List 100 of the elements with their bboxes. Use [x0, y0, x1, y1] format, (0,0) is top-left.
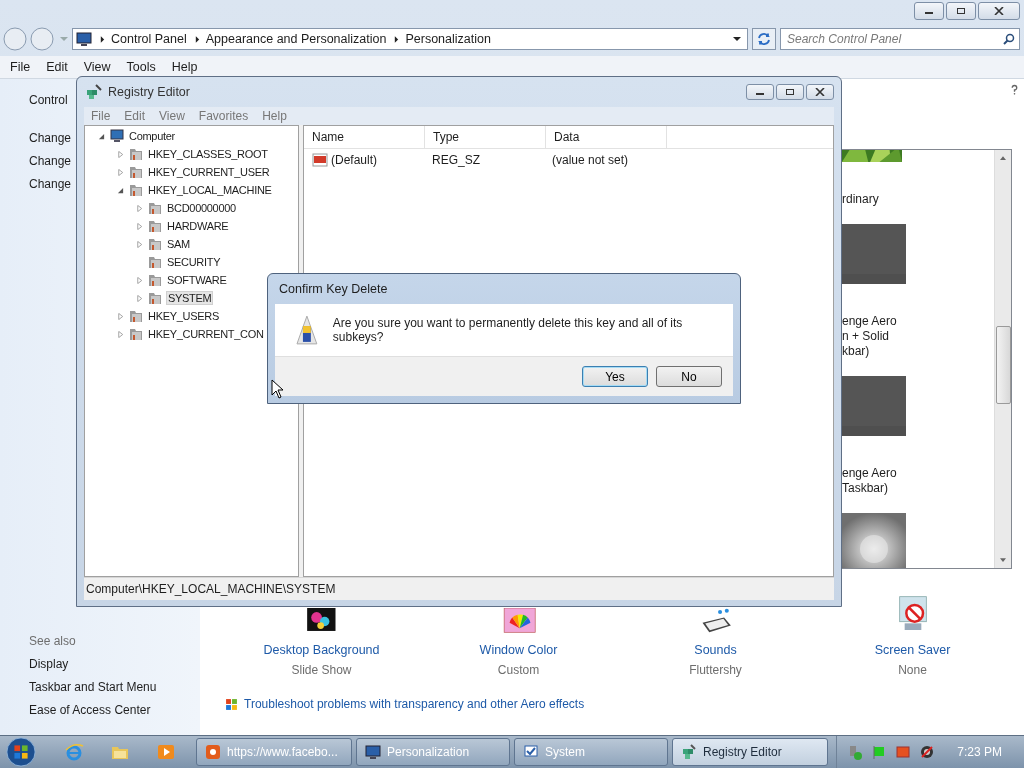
folder-icon	[128, 164, 144, 180]
column-header[interactable]: Name	[304, 126, 425, 148]
folder-icon	[147, 218, 163, 234]
expanded-arrow-icon[interactable]	[98, 132, 105, 140]
warning-icon	[295, 314, 319, 346]
folder-icon	[128, 182, 144, 198]
folder-icon	[147, 272, 163, 288]
status-bar: Computer\HKEY_LOCAL_MACHINE\SYSTEM	[84, 577, 834, 600]
search-field[interactable]: Search Control Panel	[780, 28, 1020, 50]
dialog-button[interactable]: Yes	[582, 366, 648, 387]
troubleshoot-link[interactable]: Troubleshoot problems with transparency and other Aero effects	[244, 697, 585, 711]
setting-link[interactable]: Desktop Background	[263, 643, 380, 657]
setting-value: Custom	[497, 663, 540, 677]
scroll-thumb[interactable]	[995, 326, 1011, 404]
tree-item[interactable]: SAM	[166, 237, 191, 251]
tree-item[interactable]: SOFTWARE	[166, 273, 228, 287]
menu-item[interactable]: View	[152, 109, 192, 123]
breadcrumb[interactable]: Personalization	[405, 32, 491, 46]
dialog-button[interactable]: No	[656, 366, 722, 387]
tree-item[interactable]: HKEY_USERS	[147, 309, 220, 323]
close-button[interactable]	[806, 84, 834, 100]
sidebar-link[interactable]: Control	[29, 93, 68, 107]
folder-icon	[147, 254, 163, 270]
maximize-button[interactable]	[946, 2, 976, 20]
menu-item[interactable]: Favorites	[191, 109, 256, 123]
menu-item[interactable]: Edit	[117, 109, 153, 123]
breadcrumb-arrow-icon[interactable]	[100, 35, 105, 43]
menu-item[interactable]: View	[75, 60, 119, 74]
menu-item[interactable]: Edit	[38, 60, 76, 74]
breadcrumb[interactable]: Appearance and Personalization	[205, 32, 387, 46]
setting-link[interactable]: Screen Saver	[874, 643, 951, 657]
folder-icon	[128, 308, 144, 324]
checkmark-icon	[523, 744, 539, 760]
sidebar-link[interactable]: Change	[29, 131, 72, 145]
breadcrumb[interactable]: Control Panel	[111, 32, 187, 46]
taskbar-button[interactable]: Registry Editor	[672, 738, 828, 766]
menu-item[interactable]: Tools	[118, 60, 164, 74]
window-title: Registry Editor	[108, 85, 190, 99]
breadcrumb-arrow-icon[interactable]	[394, 35, 400, 43]
expanded-arrow-icon[interactable]	[117, 186, 124, 194]
search-icon[interactable]	[1003, 33, 1015, 45]
tree-item[interactable]: HKEY_LOCAL_MACHINE	[147, 183, 273, 197]
address-bar[interactable]: Control Panel Appearance and Personalization Personalization	[72, 28, 748, 50]
tree-item[interactable]: SECURITY	[166, 255, 222, 269]
menu-item[interactable]: Help	[255, 109, 294, 123]
column-header[interactable]: Data	[546, 126, 667, 148]
tree-item[interactable]: HKEY_CURRENT_USER	[147, 165, 271, 179]
sidebar-link[interactable]: Change	[29, 177, 72, 191]
tree-item[interactable]: HARDWARE	[166, 219, 230, 233]
column-header[interactable]: Type	[425, 126, 546, 148]
computer-icon	[109, 128, 125, 144]
menu-item[interactable]: File	[84, 109, 118, 123]
browser-icon	[205, 744, 221, 760]
help-icon[interactable]	[1010, 84, 1019, 95]
minimize-button[interactable]	[746, 84, 774, 100]
minimize-button[interactable]	[914, 2, 944, 20]
maximize-icon	[956, 7, 966, 15]
menu-item[interactable]: Help	[163, 60, 206, 74]
sidebar-link[interactable]: Change	[29, 154, 72, 168]
monitor-icon	[76, 31, 92, 47]
scroll-down-icon[interactable]	[1000, 558, 1006, 562]
theme-name: enge Aero n + Solid kbar)	[842, 314, 897, 359]
maximize-icon	[785, 88, 795, 96]
square-icon[interactable]	[895, 744, 912, 760]
sidebar-link[interactable]: Taskbar and Start Menu	[29, 680, 157, 694]
section-heading: See also	[29, 634, 76, 648]
dialog-title: Confirm Key Delete	[279, 282, 388, 296]
scrollbar[interactable]	[994, 150, 1011, 568]
close-icon	[994, 7, 1004, 15]
menu-item[interactable]: File	[2, 60, 39, 74]
windows-logo-icon	[225, 697, 238, 711]
tree-item[interactable]: HKEY_CURRENT_CON	[147, 327, 265, 341]
play-icon[interactable]	[156, 742, 176, 762]
setting-link[interactable]: Sounds	[694, 643, 737, 657]
folder-icon	[147, 236, 163, 252]
tree-item[interactable]: BCD00000000	[166, 201, 237, 215]
tree-item[interactable]: HKEY_CLASSES_ROOT	[147, 147, 269, 161]
refresh-button[interactable]	[752, 28, 776, 50]
registry-icon	[681, 744, 697, 760]
monitor-icon	[365, 744, 381, 760]
tree-item[interactable]: SYSTEM	[166, 291, 214, 305]
close-button[interactable]	[978, 2, 1020, 20]
speaker-muted-icon[interactable]	[919, 744, 936, 760]
sidebar-link[interactable]: Ease of Access Center	[29, 703, 151, 717]
setting-value: Slide Show	[291, 663, 352, 677]
folder-icon	[128, 326, 144, 342]
theme-name: enge Aero Taskbar)	[842, 466, 897, 496]
breadcrumb-arrow-icon[interactable]	[194, 35, 200, 43]
registry-icon	[86, 84, 102, 100]
sidebar-link[interactable]: Display	[29, 657, 69, 671]
setting-value: None	[898, 663, 927, 677]
setting-link[interactable]: Window Color	[479, 643, 558, 657]
dropdown-arrow-icon[interactable]	[733, 36, 741, 42]
start-button[interactable]	[4, 736, 38, 768]
setting-value: Fluttershy	[689, 663, 742, 677]
folder-icon	[128, 146, 144, 162]
close-icon	[815, 88, 825, 96]
tree-item[interactable]: Computer	[128, 129, 176, 143]
maximize-button[interactable]	[776, 84, 804, 100]
scroll-up-icon[interactable]	[1000, 156, 1006, 160]
